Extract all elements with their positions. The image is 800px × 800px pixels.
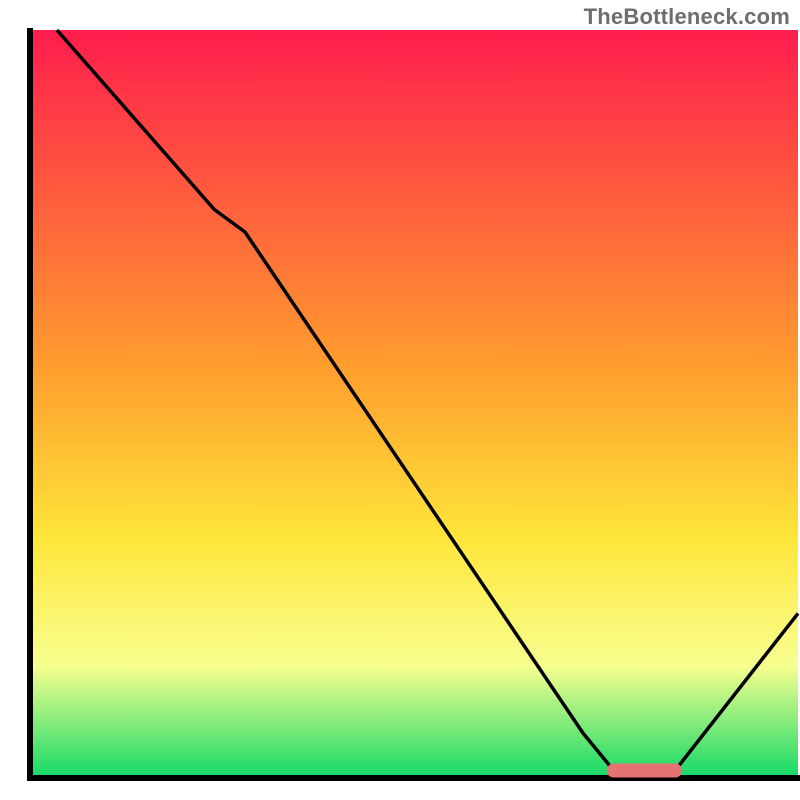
plot-area bbox=[30, 30, 798, 778]
watermark-text: TheBottleneck.com bbox=[584, 4, 790, 30]
chart-container: TheBottleneck.com bbox=[0, 0, 800, 800]
bottleneck-chart bbox=[0, 0, 800, 800]
